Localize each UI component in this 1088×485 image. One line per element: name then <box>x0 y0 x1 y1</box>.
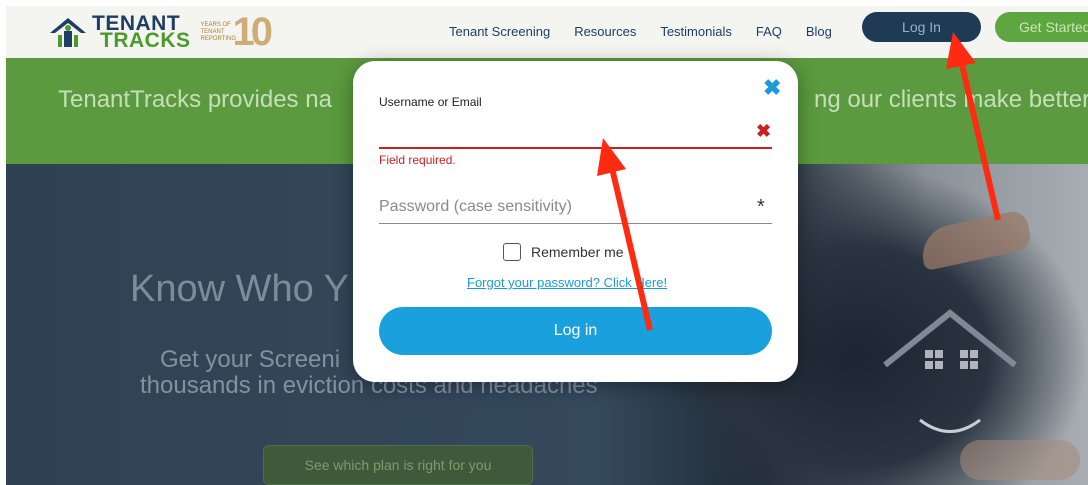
tagline-text-right: ng our clients make better <box>814 86 1088 113</box>
username-field[interactable] <box>379 147 772 149</box>
hero-title: Know Who Y <box>130 268 349 310</box>
forgot-password-link[interactable]: Forgot your password? Click Here! <box>467 275 667 290</box>
login-submit-button[interactable]: Log in <box>379 307 772 355</box>
remember-me-label[interactable]: Remember me <box>531 244 624 260</box>
error-icon: ✖ <box>756 121 772 141</box>
logo-wordmark: TENANT TRACKS <box>92 13 191 52</box>
years-number: 10 <box>232 9 273 54</box>
username-label: Username or Email <box>379 95 482 109</box>
hero-subtitle-line1: Get your Screeni <box>160 346 341 373</box>
close-icon[interactable]: ✖ <box>763 77 781 99</box>
nav-testimonials[interactable]: Testimonials <box>660 24 732 39</box>
remember-me-checkbox[interactable] <box>503 243 521 261</box>
logo-line2: TRACKS <box>100 29 191 52</box>
hero-hand-lower-image <box>960 440 1080 480</box>
nav-blog[interactable]: Blog <box>806 24 832 39</box>
tenanttracks-logo[interactable]: TENANT TRACKS YEARS OF TENANT REPORTING … <box>48 9 273 54</box>
password-underline <box>379 223 772 224</box>
tagline-text-left: TenantTracks provides na <box>58 86 332 113</box>
house-outline-icon <box>883 309 1017 433</box>
main-nav: Tenant Screening Resources Testimonials … <box>449 24 856 39</box>
nav-tenant-screening[interactable]: Tenant Screening <box>449 24 550 39</box>
get-started-button[interactable]: Get Started <box>995 12 1088 42</box>
username-error-message: Field required. <box>379 153 456 167</box>
required-asterisk: * <box>757 196 765 218</box>
login-modal: ✖ Username or Email ✖ Field required. * … <box>353 61 798 382</box>
password-field[interactable] <box>379 195 754 219</box>
nav-faq[interactable]: FAQ <box>756 24 782 39</box>
nav-resources[interactable]: Resources <box>574 24 636 39</box>
page: TENANT TRACKS YEARS OF TENANT REPORTING … <box>0 0 1088 485</box>
header-login-button[interactable]: Log In <box>862 12 981 42</box>
house-logo-icon <box>48 15 88 49</box>
plan-cta-button[interactable]: See which plan is right for you <box>263 445 533 485</box>
